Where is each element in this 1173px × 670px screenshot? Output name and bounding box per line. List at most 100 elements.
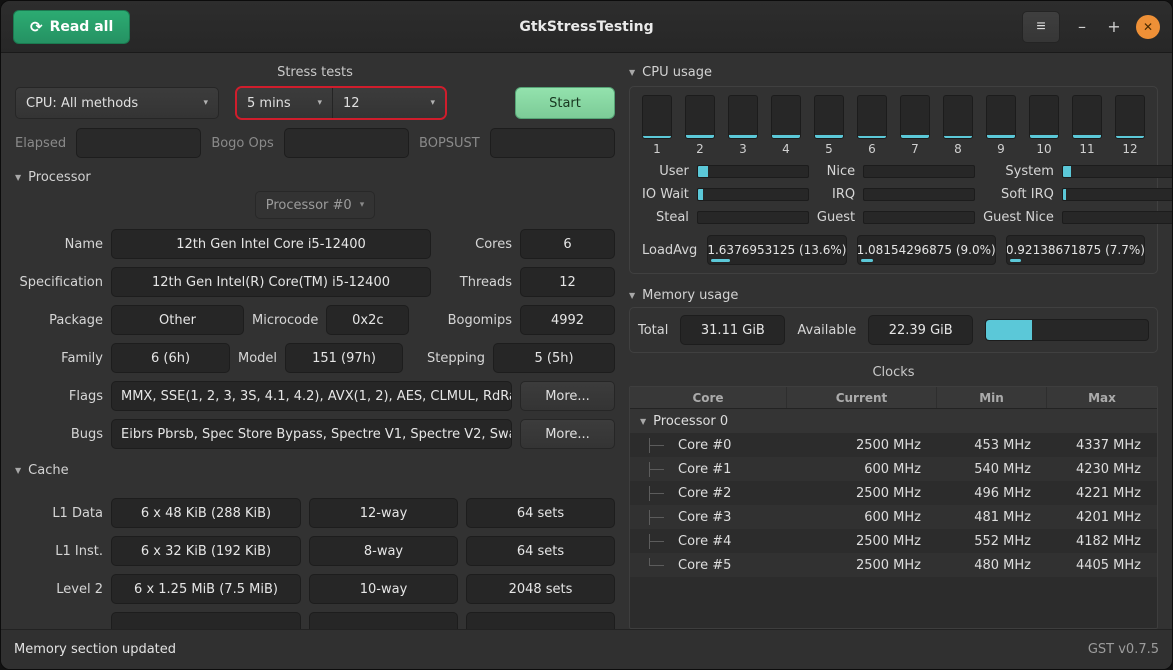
clock-row-core1[interactable]: Core #1 600 MHz 540 MHz 4230 MHz [630, 457, 1157, 481]
clock-core-name: Core #3 [630, 510, 787, 525]
cache-row-l1-inst: L1 Inst. 6 x 32 KiB (192 KiB) 8-way 64 s… [15, 536, 615, 566]
memory-usage-expander[interactable]: ▼ Memory usage [629, 288, 1158, 303]
core-meter-bar [814, 95, 844, 139]
clocks-table: Core Current Min Max ▼ Processor 0 Core … [629, 386, 1158, 629]
stress-duration-value: 5 mins [247, 96, 291, 111]
cache-size-field: 6 x 1.25 MiB (7.5 MiB) [111, 574, 301, 604]
stress-workers-value: 12 [343, 96, 360, 111]
processor-expander[interactable]: ▼ Processor [15, 170, 615, 185]
package-field: Other [111, 305, 244, 335]
cpu-core-meter: 3 [728, 95, 758, 156]
clocks-group-row[interactable]: ▼ Processor 0 [630, 409, 1157, 433]
clock-row-core5[interactable]: Core #5 2500 MHz 480 MHz 4405 MHz [630, 553, 1157, 577]
column-header-current: Current [787, 387, 937, 408]
specification-label: Specification [15, 275, 103, 290]
microcode-field: 0x2c [326, 305, 409, 335]
bopsust-label: BOPSUST [419, 136, 480, 151]
package-label: Package [15, 313, 103, 328]
clock-core-name: Core #5 [630, 558, 787, 573]
cache-expander[interactable]: ▼ Cache [15, 463, 615, 478]
triangle-down-icon: ▼ [629, 291, 635, 300]
read-all-label: Read all [50, 19, 114, 35]
threads-field: 12 [520, 267, 615, 297]
clock-max: 4182 MHz [1047, 534, 1157, 549]
memory-progress-fill [986, 320, 1031, 340]
close-button[interactable]: ✕ [1136, 15, 1160, 39]
stepping-label: Stepping [411, 351, 485, 366]
start-button[interactable]: Start [515, 87, 615, 119]
cache-row-label: Level 2 [15, 582, 103, 597]
bugs-more-button[interactable]: More... [520, 419, 615, 449]
cache-ways-field [309, 612, 458, 629]
clock-core-name: Core #4 [630, 534, 787, 549]
usage-bar-fill [1063, 166, 1071, 177]
bogomips-label: Bogomips [417, 313, 512, 328]
maximize-button[interactable]: + [1104, 17, 1124, 36]
cpu-core-meter: 2 [685, 95, 715, 156]
cache-ways-field: 12-way [309, 498, 458, 528]
column-header-min: Min [937, 387, 1047, 408]
cpu-core-meter: 4 [771, 95, 801, 156]
cache-sets-field: 64 sets [466, 498, 615, 528]
usage-bar-guest-nice [1062, 211, 1172, 224]
cache-sets-field [466, 612, 615, 629]
name-label: Name [15, 237, 103, 252]
stress-duration-dropdown[interactable]: 5 mins ▾ [237, 88, 333, 118]
loadavg-value: 1.08154296875 (9.0%) [857, 243, 996, 257]
core-meter-number: 3 [728, 142, 758, 156]
processor-selector-dropdown[interactable]: Processor #0 ▾ [255, 191, 375, 219]
usage-bar-fill [698, 166, 708, 177]
loadavg-1min: 1.6376953125 (13.6%) [707, 235, 846, 265]
core-meter-number: 4 [771, 142, 801, 156]
flags-more-button[interactable]: More... [520, 381, 615, 411]
clock-max: 4405 MHz [1047, 558, 1157, 573]
core-meter-bar [943, 95, 973, 139]
stress-method-dropdown[interactable]: CPU: All methods ▾ [15, 87, 219, 119]
memory-usage-expander-label: Memory usage [642, 288, 738, 303]
core-meter-number: 6 [857, 142, 887, 156]
minimize-icon: – [1078, 17, 1086, 36]
core-meter-bar [900, 95, 930, 139]
cache-row-clipped [15, 612, 615, 629]
clock-row-core2[interactable]: Core #2 2500 MHz 496 MHz 4221 MHz [630, 481, 1157, 505]
memory-total-field: 31.11 GiB [680, 315, 785, 345]
model-label: Model [238, 351, 277, 366]
core-meter-fill [944, 136, 972, 138]
clock-row-core3[interactable]: Core #3 600 MHz 481 MHz 4201 MHz [630, 505, 1157, 529]
clock-row-core0[interactable]: Core #0 2500 MHz 453 MHz 4337 MHz [630, 433, 1157, 457]
clock-row-core4[interactable]: Core #4 2500 MHz 552 MHz 4182 MHz [630, 529, 1157, 553]
core-meter-fill [643, 136, 671, 138]
core-meter-number: 2 [685, 142, 715, 156]
core-meter-number: 5 [814, 142, 844, 156]
cpu-usage-expander[interactable]: ▼ CPU usage [629, 65, 1158, 80]
read-all-button[interactable]: ⟳ Read all [13, 10, 130, 44]
bopsust-field [490, 128, 615, 158]
cpu-core-meter: 10 [1029, 95, 1059, 156]
cpu-core-meter: 11 [1072, 95, 1102, 156]
core-meter-bar [986, 95, 1016, 139]
core-meter-number: 1 [642, 142, 672, 156]
usage-label-nice: Nice [827, 164, 855, 179]
cpu-core-meter: 1 [642, 95, 672, 156]
cache-size-field [111, 612, 301, 629]
minimize-button[interactable]: – [1072, 17, 1092, 36]
stress-workers-dropdown[interactable]: 12 ▾ [333, 88, 445, 118]
clock-min: 481 MHz [937, 510, 1047, 525]
clock-max: 4230 MHz [1047, 462, 1157, 477]
menu-button[interactable]: ≡ [1022, 11, 1060, 43]
loadavg-levelbar [711, 259, 730, 262]
column-header-core: Core [630, 387, 787, 408]
family-label: Family [15, 351, 103, 366]
loadavg-levelbar [861, 259, 873, 262]
memory-available-label: Available [797, 323, 856, 338]
memory-progressbar [985, 319, 1149, 341]
cpu-core-meter: 6 [857, 95, 887, 156]
left-column: Stress tests CPU: All methods ▾ 5 mins ▾… [15, 57, 615, 629]
processor-row-family: Family 6 (6h) Model 151 (97h) Stepping 5… [15, 343, 615, 373]
statusbar: Memory section updated GST v0.7.5 [1, 629, 1172, 669]
chevron-down-icon: ▾ [360, 200, 365, 210]
processor-row-name: Name 12th Gen Intel Core i5-12400 Cores … [15, 229, 615, 259]
clock-max: 4201 MHz [1047, 510, 1157, 525]
core-meter-bar [1029, 95, 1059, 139]
hamburger-icon: ≡ [1036, 18, 1045, 36]
